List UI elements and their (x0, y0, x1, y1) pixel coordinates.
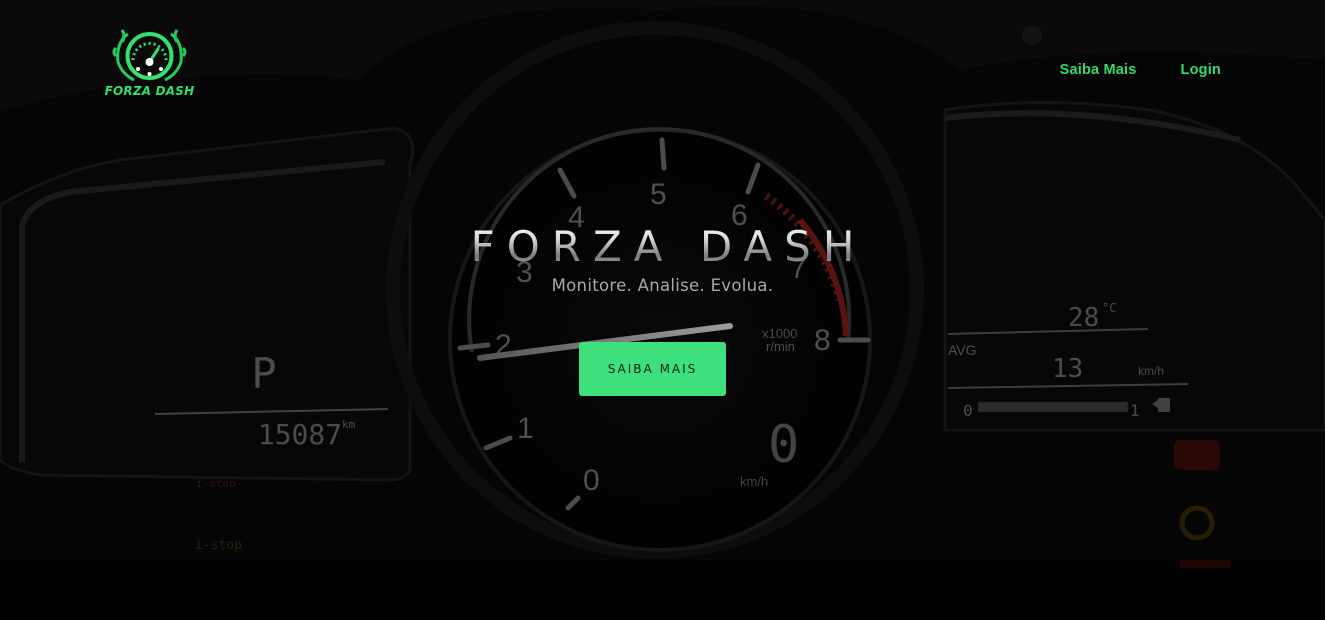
brand-logo[interactable]: FORZA DASH (102, 22, 197, 104)
nav-link-saiba-mais[interactable]: Saiba Mais (1060, 62, 1137, 78)
hero-title: FORZA DASH (0, 222, 1325, 271)
saiba-mais-button[interactable]: SAIBA MAIS (579, 342, 726, 396)
top-nav: Saiba Mais Login (1060, 62, 1221, 78)
dashboard-background-image: P 15087 km i-stop i-stop 0 1 2 3 4 5 6 7… (0, 0, 1325, 620)
hero-subtitle: Monitore. Analise. Evolua. (551, 276, 774, 295)
nav-link-login[interactable]: Login (1181, 62, 1221, 78)
brand-logo-text: FORZA DASH (104, 84, 195, 98)
speedometer-logo-icon (112, 29, 187, 82)
